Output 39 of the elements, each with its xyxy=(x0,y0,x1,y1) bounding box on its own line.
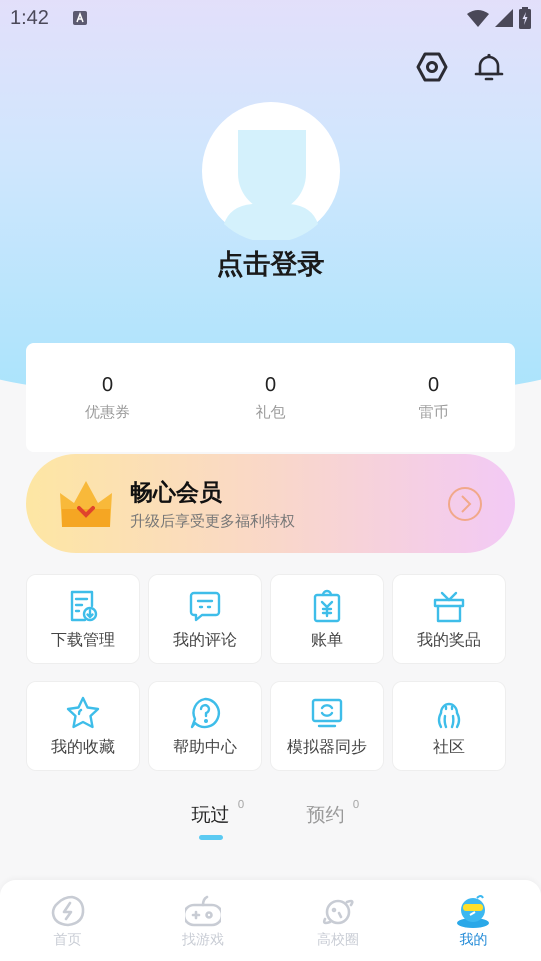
home-bolt-icon xyxy=(50,892,86,928)
shortcut-label: 我的评论 xyxy=(173,630,237,650)
tab[interactable]: 玩过 0 xyxy=(192,799,244,841)
crown-icon xyxy=(58,478,114,528)
shortcut-tile[interactable]: 我的评论 xyxy=(148,574,262,664)
stat-value: 0 xyxy=(264,374,276,396)
shortcut-tile[interactable]: 模拟器同步 xyxy=(270,681,384,771)
shortcut-label: 帮助中心 xyxy=(173,736,237,758)
shortcut-tile[interactable]: 社区 xyxy=(392,681,506,771)
settings-icon[interactable] xyxy=(416,52,448,82)
shortcut-label: 社区 xyxy=(433,736,465,758)
shortcut-tile[interactable]: 下载管理 xyxy=(26,574,140,664)
membership-subtitle: 升级后享受更多福利特权 xyxy=(130,512,296,530)
wifi-icon xyxy=(467,10,489,26)
membership-banner[interactable]: 畅心会员 升级后享受更多福利特权 xyxy=(26,454,515,553)
gamepad-icon xyxy=(184,892,221,928)
mascot-icon xyxy=(455,892,492,928)
shortcut-tile[interactable]: 我的收藏 xyxy=(26,681,140,771)
shortcut-tile[interactable]: 我的奖品 xyxy=(392,574,506,664)
notification-bell-icon[interactable] xyxy=(474,52,504,82)
shortcut-tile[interactable]: 账单 xyxy=(270,574,384,664)
shortcut-label: 账单 xyxy=(311,630,343,650)
shortcut-label: 模拟器同步 xyxy=(287,736,367,758)
login-link[interactable]: 点击登录 xyxy=(216,246,324,282)
shortcut-label: 我的收藏 xyxy=(51,736,115,758)
status-time: 1:42 xyxy=(10,6,49,30)
stat-value: 0 xyxy=(428,374,440,396)
shortcut-label: 下载管理 xyxy=(51,630,115,650)
shortcut-tile[interactable]: 帮助中心 xyxy=(148,681,262,771)
nav-label: 我的 xyxy=(459,930,488,948)
stat-value: 0 xyxy=(102,374,114,396)
chevron-right-icon xyxy=(447,486,483,522)
nav-tab[interactable]: 我的 xyxy=(406,880,541,961)
membership-title: 畅心会员 xyxy=(130,478,223,508)
keyboard-a-icon xyxy=(72,11,87,25)
shortcut-label: 我的奖品 xyxy=(417,630,481,650)
star-icon xyxy=(65,694,101,730)
signal-icon xyxy=(495,9,513,27)
battery-icon xyxy=(519,7,531,29)
